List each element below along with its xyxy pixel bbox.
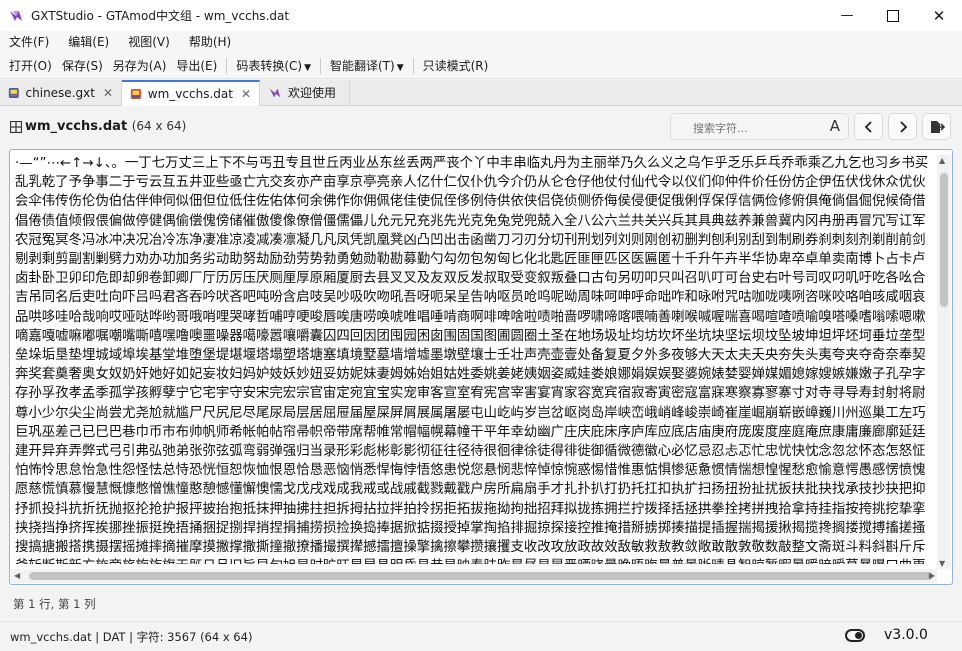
match-case-toggle[interactable]: A bbox=[830, 117, 840, 135]
minimize-button[interactable]: — bbox=[824, 0, 870, 31]
smart-translate-label: 智能翻译(T) bbox=[330, 59, 395, 73]
chevron-right-icon bbox=[899, 120, 907, 133]
tab-welcome[interactable]: 欢迎使用 bbox=[260, 80, 350, 105]
character-text[interactable]: ·—“”⋯←↑→↓、。一丁七万丈三上下不与丐丑专且世丘丙业丛东丝丢两严丧个丫中丰… bbox=[15, 154, 937, 564]
grid-icon bbox=[10, 121, 22, 133]
minimize-icon: — bbox=[840, 8, 854, 23]
search-box[interactable]: A bbox=[670, 113, 849, 140]
window-title: GXTStudio - GTAmod中文组 - wm_vcchs.dat bbox=[31, 9, 290, 23]
open-button[interactable]: 打开(O) bbox=[4, 55, 57, 77]
readonly-mode-button[interactable]: 只读模式(R) bbox=[418, 55, 494, 77]
tab-label: chinese.gxt bbox=[25, 85, 95, 100]
chevron-down-icon: ▼ bbox=[304, 63, 311, 73]
tab-label: wm_vcchs.dat bbox=[147, 87, 233, 101]
scroll-up-icon[interactable]: ▲ bbox=[939, 156, 945, 165]
title-bar: GXTStudio - GTAmod中文组 - wm_vcchs.dat bbox=[0, 0, 962, 31]
export-button[interactable]: 导出(E) bbox=[171, 55, 222, 77]
export-image-button[interactable] bbox=[922, 113, 951, 140]
theme-toggle-icon[interactable] bbox=[845, 629, 865, 642]
encoding-convert-label: 码表转换(C) bbox=[236, 59, 303, 73]
menu-file[interactable]: 文件(F) bbox=[4, 31, 54, 53]
status-text: wm_vcchs.dat | DAT | 字符: 3567 (64 x 64) bbox=[10, 630, 253, 644]
tab-label: 欢迎使用 bbox=[288, 86, 337, 100]
version-label: v3.0.0 bbox=[884, 627, 928, 643]
gxt-file-icon bbox=[8, 87, 19, 98]
tab-bar: chinese.gxt ✕ wm_vcchs.dat ✕ 欢迎使用 bbox=[0, 80, 962, 106]
toolbar: 打开(O) 保存(S) 另存为(A) 导出(E) 码表转换(C) ▼ 智能翻译(T… bbox=[0, 54, 962, 79]
menu-bar: 文件(F) 编辑(E) 视图(V) 帮助(H) bbox=[0, 31, 962, 53]
smart-translate-dropdown[interactable]: 智能翻译(T) ▼ bbox=[325, 55, 409, 77]
file-title: wm_vcchs.dat (64 x 64) bbox=[25, 119, 186, 134]
menu-edit[interactable]: 编辑(E) bbox=[63, 31, 114, 53]
close-tab-icon[interactable]: ✕ bbox=[103, 86, 113, 100]
export-file-icon bbox=[930, 120, 945, 133]
file-dimensions: (64 x 64) bbox=[131, 119, 187, 133]
save-as-button[interactable]: 另存为(A) bbox=[108, 55, 172, 77]
scroll-right-icon[interactable]: ▶ bbox=[929, 571, 935, 580]
close-window-button[interactable]: ✕ bbox=[916, 0, 962, 31]
vertical-scroll-thumb[interactable] bbox=[940, 173, 948, 307]
tab-wm-vcchs-dat[interactable]: wm_vcchs.dat ✕ bbox=[122, 80, 260, 106]
status-bar: wm_vcchs.dat | DAT | 字符: 3567 (64 x 64) … bbox=[0, 621, 962, 651]
cursor-position: 第 1 行, 第 1 列 bbox=[13, 597, 96, 611]
menu-view[interactable]: 视图(V) bbox=[123, 31, 175, 53]
app-logo-icon bbox=[269, 88, 281, 97]
save-button[interactable]: 保存(S) bbox=[57, 55, 108, 77]
toolbar-divider bbox=[320, 58, 321, 74]
close-tab-icon[interactable]: ✕ bbox=[241, 87, 251, 101]
maximize-icon bbox=[887, 9, 899, 22]
scroll-down-icon[interactable]: ▼ bbox=[939, 559, 945, 568]
scroll-left-icon[interactable]: ◀ bbox=[14, 571, 20, 580]
menu-help[interactable]: 帮助(H) bbox=[184, 31, 236, 53]
toggle-knob bbox=[855, 632, 862, 639]
close-icon: ✕ bbox=[932, 6, 946, 25]
search-prev-button[interactable] bbox=[854, 113, 883, 140]
chevron-left-icon bbox=[864, 120, 872, 133]
app-logo-icon bbox=[10, 10, 22, 21]
toolbar-divider bbox=[226, 58, 228, 74]
vertical-scrollbar[interactable]: ▲ ▼ bbox=[937, 155, 951, 569]
encoding-convert-dropdown[interactable]: 码表转换(C) ▼ bbox=[231, 55, 316, 77]
tab-chinese-gxt[interactable]: chinese.gxt ✕ bbox=[0, 80, 122, 105]
character-editor[interactable]: ·—“”⋯←↑→↓、。一丁七万丈三上下不与丐丑专且世丘丙业丛东丝丢两严丧个丫中丰… bbox=[9, 149, 953, 585]
dat-file-icon bbox=[130, 88, 141, 100]
horizontal-scrollbar[interactable]: ◀ ▶ bbox=[11, 569, 937, 583]
search-input[interactable] bbox=[691, 118, 825, 138]
maximize-button[interactable] bbox=[870, 0, 916, 31]
file-name: wm_vcchs.dat bbox=[25, 119, 128, 134]
horizontal-scroll-thumb[interactable] bbox=[29, 572, 933, 580]
search-next-button[interactable] bbox=[888, 113, 917, 140]
toolbar-divider bbox=[412, 58, 414, 74]
chevron-down-icon: ▼ bbox=[396, 63, 404, 73]
